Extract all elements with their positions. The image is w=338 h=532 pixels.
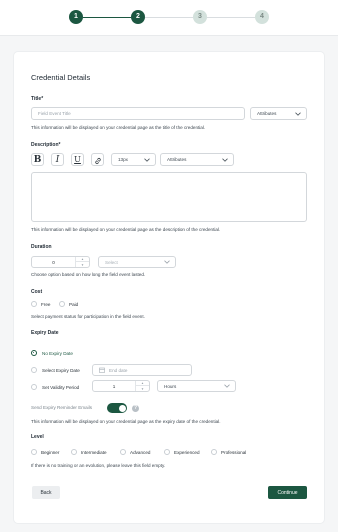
radio-no-expiry[interactable] [31, 350, 37, 356]
level-label: Level [31, 434, 44, 440]
italic-icon: I [55, 154, 60, 165]
italic-button[interactable]: I [51, 153, 64, 166]
decrement-icon[interactable]: ▼ [76, 262, 89, 267]
duration-spinner: ▲ ▼ [75, 257, 89, 267]
radio-paid[interactable] [59, 301, 65, 307]
level-option-label: Professional [221, 449, 247, 455]
duration-value: 0 [52, 259, 55, 265]
expiry-option-validity[interactable]: Set Validity Period [31, 384, 79, 390]
level-option-advanced[interactable]: Advanced [120, 449, 150, 455]
cost-option-label: Paid [69, 301, 79, 307]
font-size-value: 13px [118, 157, 128, 162]
bold-button[interactable]: B [31, 153, 44, 166]
radio-free[interactable] [31, 301, 37, 307]
bold-icon: B [33, 154, 42, 165]
validity-value: 1 [112, 383, 116, 389]
title-input-placeholder: Field Event Title [38, 111, 71, 116]
back-button[interactable]: Back [32, 486, 60, 499]
expiry-option-select-date[interactable]: Select Expiry Date [31, 367, 80, 373]
cost-option-label: Free [41, 301, 51, 307]
duration-label: Duration [31, 244, 52, 250]
end-date-input[interactable]: End date [92, 364, 192, 376]
radio-professional[interactable] [211, 449, 217, 455]
validity-unit-select[interactable]: Hours [157, 380, 236, 392]
chevron-down-icon [144, 157, 150, 163]
select-expiry-label: Select Expiry Date [42, 367, 80, 373]
level-option-professional[interactable]: Professional [211, 449, 246, 455]
no-expiry-label: No Expiry Date [42, 350, 73, 356]
description-label: Description* [31, 142, 61, 148]
step-2-indicator[interactable]: 2 [131, 10, 145, 24]
title-label: Title* [31, 96, 44, 102]
duration-unit-placeholder: Select [105, 259, 118, 265]
title-input[interactable]: Field Event Title [31, 107, 245, 120]
description-attributes-label: Attributes [167, 157, 187, 162]
duration-help-text: Choose option based on how long the fiel… [31, 272, 146, 277]
continue-button[interactable]: Continue [268, 486, 307, 499]
expiry-help-text: This information will be displayed on yo… [31, 419, 221, 424]
radio-intermediate[interactable] [71, 449, 77, 455]
description-attributes-select[interactable]: Attributes [160, 153, 234, 166]
font-size-select[interactable]: 13px [111, 153, 156, 166]
end-date-placeholder: End date [109, 367, 128, 373]
step-connector-pending [145, 16, 193, 18]
title-help-text: This information will be displayed on yo… [31, 125, 206, 130]
radio-experienced[interactable] [164, 449, 170, 455]
duration-unit-select[interactable]: Select [98, 256, 176, 268]
step-connector-pending [207, 16, 255, 18]
description-help-text: This information will be displayed on yo… [31, 227, 221, 232]
expiry-label: Expiry Date [31, 330, 59, 336]
card-title: Credential Details [31, 73, 91, 82]
chevron-down-icon [224, 383, 230, 389]
radio-advanced[interactable] [120, 449, 126, 455]
description-textarea[interactable] [31, 172, 307, 222]
underline-button[interactable]: U [71, 153, 84, 166]
level-option-experienced[interactable]: Experienced [164, 449, 200, 455]
level-option-label: Beginner [41, 449, 60, 455]
decrement-icon[interactable]: ▼ [136, 386, 149, 391]
cost-option-free[interactable]: Free [31, 301, 50, 307]
level-help-text: If there is no training or an evolution,… [31, 463, 166, 468]
link-button[interactable] [91, 153, 104, 166]
level-option-label: Advanced [130, 449, 151, 455]
duration-stepper[interactable]: 0 ▲ ▼ [31, 256, 90, 268]
radio-beginner[interactable] [31, 449, 37, 455]
title-attributes-select[interactable]: Attributes [250, 107, 307, 120]
level-option-intermediate[interactable]: Intermediate [71, 449, 107, 455]
credential-details-card: Credential Details Title* Field Event Ti… [14, 52, 324, 523]
radio-select-expiry[interactable] [31, 367, 37, 373]
step-4-indicator[interactable]: 4 [255, 10, 269, 24]
step-3-indicator[interactable]: 3 [193, 10, 207, 24]
step-connector-done [83, 16, 131, 18]
chevron-down-icon [222, 157, 228, 163]
title-attributes-label: Attributes [257, 111, 277, 116]
expiry-option-no-expiry[interactable]: No Expiry Date [31, 350, 73, 356]
cost-option-paid[interactable]: Paid [59, 301, 78, 307]
calendar-icon [99, 367, 105, 374]
cost-help-text: Select payment status for participation … [31, 314, 145, 319]
level-option-label: Experienced [174, 449, 200, 455]
set-validity-label: Set Validity Period [42, 384, 80, 390]
level-option-beginner[interactable]: Beginner [31, 449, 59, 455]
step-1-indicator[interactable]: 1 [69, 10, 83, 24]
progress-stepper: 1 2 3 4 [0, 0, 338, 36]
reminder-toggle[interactable] [107, 403, 127, 413]
chevron-down-icon [164, 259, 170, 265]
validity-unit-value: Hours [164, 383, 177, 389]
chevron-down-icon [295, 111, 301, 117]
info-icon[interactable]: ? [132, 404, 139, 412]
underline-icon: U [74, 155, 81, 164]
validity-spinner: ▲ ▼ [135, 381, 149, 391]
link-icon [94, 150, 102, 169]
cost-label: Cost [31, 289, 43, 295]
validity-stepper[interactable]: 1 ▲ ▼ [92, 380, 150, 392]
level-option-label: Intermediate [81, 449, 107, 455]
radio-set-validity[interactable] [31, 384, 37, 390]
reminder-label: Send Expiry Reminder Emails [31, 405, 93, 410]
